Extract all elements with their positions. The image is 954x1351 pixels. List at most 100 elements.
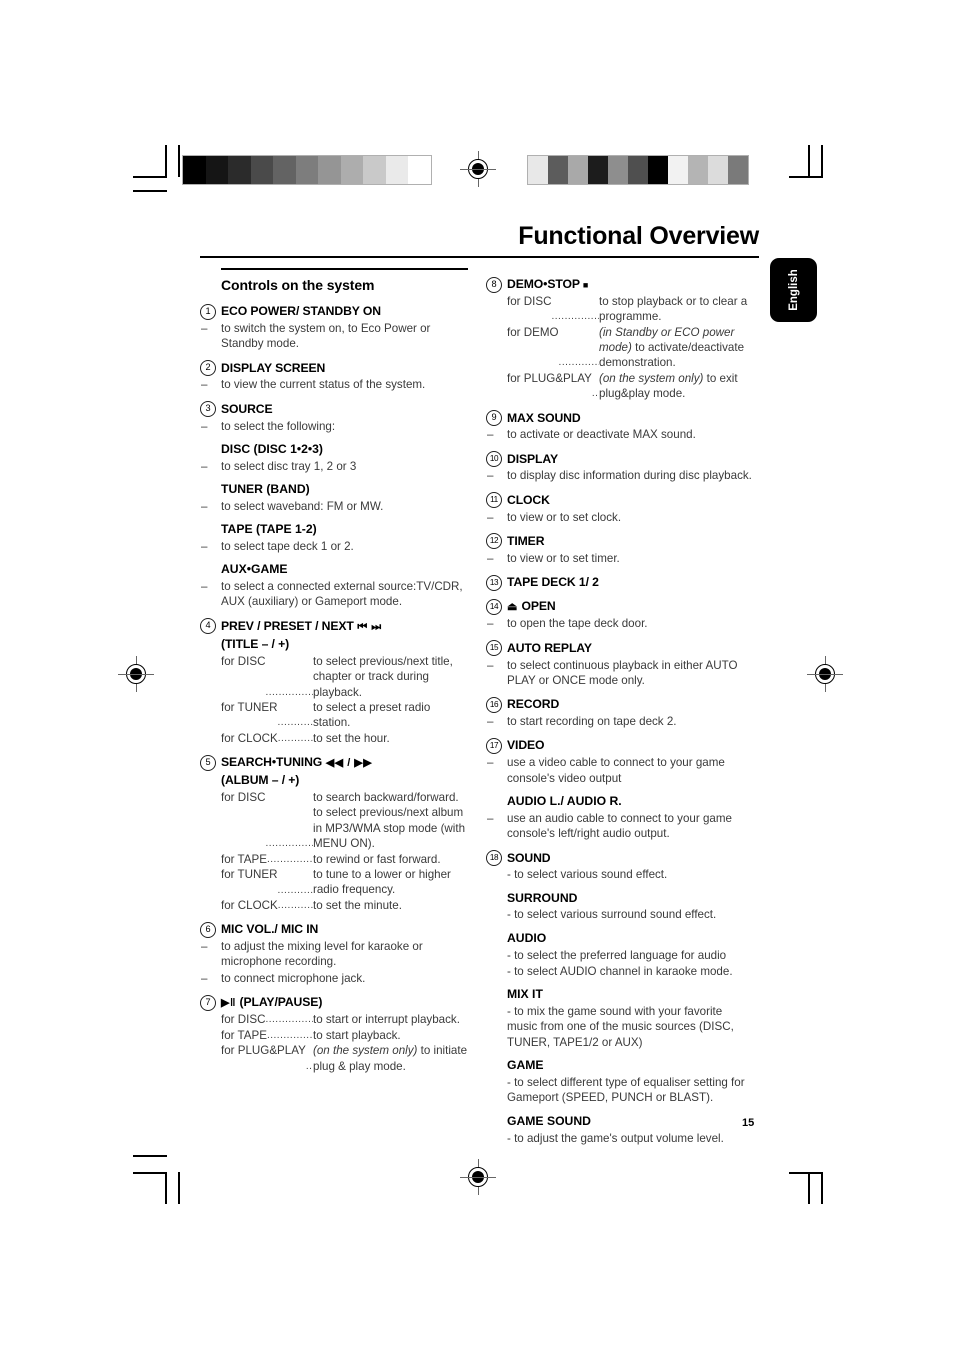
control-entry: 1ECO POWER/ STANDBY ONto switch the syst… (200, 303, 468, 352)
calibration-swatch (568, 156, 588, 184)
sub-heading: AUX•GAME (221, 562, 288, 577)
description-line: to start recording on tape deck 2. (486, 714, 754, 730)
description-line: to open the tape deck door. (486, 616, 754, 632)
calibration-swatch (588, 156, 608, 184)
control-entry: 2DISPLAY SCREENto view the current statu… (200, 360, 468, 393)
leader-line: for DISC ...............................… (486, 294, 754, 325)
calibration-swatch (385, 156, 408, 184)
control-entry: 18 SOUND - to select various sound effect.… (486, 850, 754, 1146)
calibration-swatch (295, 156, 318, 184)
sub-heading: MIX IT (507, 987, 543, 1002)
leader-dots: ........................................ (277, 732, 313, 744)
leader-line: for PLUG&PLAY ..........................… (200, 1043, 468, 1074)
description-line: use a video cable to connect to your gam… (486, 755, 754, 786)
leader-line: for DEMO ...............................… (486, 325, 754, 371)
control-entry: 14⏏ OPENto open the tape deck door. (486, 598, 754, 632)
control-symbol-icon: ▶‖ (221, 997, 240, 1010)
language-tab-label: English (787, 269, 800, 311)
description-line: - to select the preferred language for a… (507, 948, 727, 962)
leader-dots: ........................................ (265, 686, 313, 698)
leader-label: for DISC (221, 654, 266, 668)
crop-mark-bottom-left-h2 (133, 1172, 167, 1174)
sub-heading: GAME (507, 1058, 544, 1073)
leader-line: for DISC ...............................… (200, 790, 468, 852)
leader-description: to set the hour. (313, 731, 390, 745)
crop-mark-top-left-v2 (178, 145, 180, 177)
italic-note: (on the system only) (599, 371, 704, 385)
calibration-swatch (318, 156, 341, 184)
leader-label: for DEMO (507, 325, 559, 339)
entry-heading: 11 CLOCK (486, 492, 754, 509)
leader-dots: ........................................ (277, 884, 313, 896)
leader-dots: ........................................ (277, 899, 313, 911)
description-line: to view or to set clock. (486, 510, 754, 526)
description-line: to select the following: (200, 419, 468, 435)
entry-heading: 12 TIMER (486, 533, 754, 550)
leader-label: for DISC (221, 791, 266, 805)
entry-number: 3 (200, 401, 216, 418)
page-title: Functional Overview (518, 222, 759, 250)
leader-dots: ........................................ (558, 357, 599, 369)
entry-number: 10 (486, 451, 502, 468)
calibration-swatch (668, 156, 688, 184)
description-line: to display disc information during disc … (486, 468, 754, 484)
calibration-swatch (363, 156, 386, 184)
control-entry: 16RECORDto start recording on tape deck … (486, 696, 754, 730)
description-line: to switch the system on, to Eco Power or… (200, 321, 468, 352)
control-entry: 12TIMERto view or to set timer. (486, 533, 754, 566)
entry-number: 7 (200, 994, 216, 1011)
calibration-swatch (608, 156, 628, 184)
left-column: Controls on the system 1 ECO POWER/ STAND… (200, 268, 468, 1074)
control-symbol-icon: ◀◀ / ▶▶ (322, 757, 373, 770)
description-line: - to select different type of equaliser … (507, 1075, 745, 1105)
entry-heading: 9 MAX SOUND (486, 410, 754, 427)
leader-description: (in Standby or ECO power mode) to activa… (599, 325, 745, 370)
control-symbol-icon: ⏏ (507, 601, 522, 614)
leader-dots: ........................................ (265, 1014, 313, 1026)
entry-heading: 1 ECO POWER/ STANDBY ON (200, 303, 468, 320)
crop-mark-top-left-h (133, 176, 167, 178)
leader-description: to select previous/next title, chapter o… (313, 654, 453, 699)
leader-description: (on the system only) to initiate plug & … (313, 1044, 468, 1073)
entry-number: 8 (486, 276, 502, 293)
calibration-swatch (183, 156, 206, 184)
sub-heading: AUDIO (507, 930, 547, 945)
leader-description: to set the minute. (313, 898, 402, 912)
right-column: 8DEMO•STOP ■for DISC ...................… (486, 268, 754, 1147)
leader-dots: ........................................ (266, 853, 313, 865)
entry-heading: 15 AUTO REPLAY (486, 640, 754, 657)
leader-description: to start playback. (313, 1028, 401, 1042)
control-entry: 15AUTO REPLAYto select continuous playba… (486, 640, 754, 689)
entry-heading: 6 MIC VOL./ MIC IN (200, 921, 468, 938)
entry-heading: 2 DISPLAY SCREEN (200, 360, 468, 377)
leader-dots: ........................................ (551, 311, 599, 323)
calibration-swatch (548, 156, 568, 184)
entry-heading: 14 ⏏ OPEN (486, 598, 754, 615)
crop-mark-bottom-right-h (789, 1172, 823, 1174)
leader-label: for TAPE (221, 852, 267, 866)
left-entry-list: 1ECO POWER/ STANDBY ONto switch the syst… (200, 303, 468, 1074)
leader-label: for TUNER (221, 868, 278, 882)
entry-number: 18 (486, 850, 502, 867)
calibration-swatch (628, 156, 648, 184)
crop-mark-bottom-left-h (133, 1155, 167, 1157)
calibration-swatch (688, 156, 708, 184)
leader-description: to start or interrupt playback. (313, 1013, 460, 1027)
right-entry-list: 8DEMO•STOP ■for DISC ...................… (486, 276, 754, 1146)
italic-note: (on the system only) (313, 1044, 418, 1058)
entry-heading-line2: (TITLE – / +) (221, 637, 290, 652)
control-entry: 13 TAPE DECK 1/ 2 (486, 574, 754, 591)
calibration-swatch (528, 156, 548, 184)
crop-mark-top-right-v2 (808, 145, 810, 177)
crop-mark-top-right-h (789, 176, 823, 178)
leader-description: to rewind or fast forward. (313, 852, 441, 866)
sub-heading: SURROUND (507, 890, 578, 905)
entry-number: 12 (486, 533, 502, 550)
description-line: to select tape deck 1 or 2. (200, 539, 468, 555)
description-line: to view the current status of the system… (200, 377, 468, 393)
description-line: to activate or deactivate MAX sound. (486, 427, 754, 443)
entry-number: 16 (486, 696, 502, 713)
section-heading: Controls on the system (221, 276, 375, 293)
italic-note: (in Standby or ECO power mode) (599, 325, 735, 354)
title-underline (200, 256, 759, 259)
